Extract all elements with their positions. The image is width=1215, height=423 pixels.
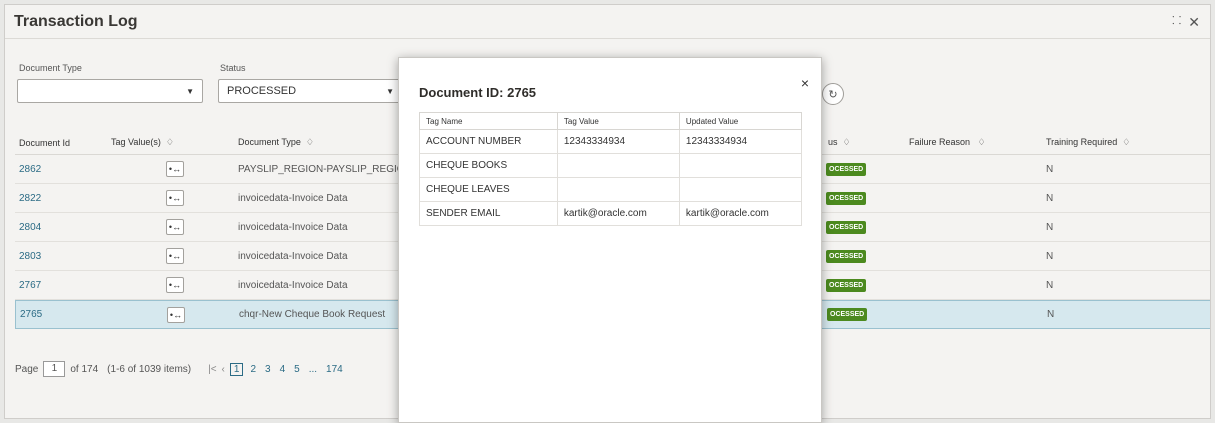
tag-values-button[interactable]: •↔ [166,277,184,293]
page-link[interactable]: 5 [294,364,300,375]
status-badge: OCESSED [826,220,867,234]
document-type-select[interactable]: ▼ [17,79,203,103]
close-icon[interactable]: ✕ [1188,15,1200,29]
page-link-current[interactable]: 1 [229,362,244,376]
chevron-down-icon: ▼ [186,87,194,96]
page-link[interactable]: 4 [280,364,286,375]
header-tag-values[interactable]: Tag Value(s) ♢ [111,137,174,148]
document-id-link[interactable]: 2803 [19,251,41,262]
page-link[interactable]: 3 [265,364,271,375]
status-label: Status [220,63,246,73]
header-updated-value: Updated Value [678,112,803,130]
header-training-required[interactable]: Training Required ♢ [1046,137,1130,148]
status-value: PROCESSED [227,85,297,97]
tag-name-cell: CHEQUE LEAVES [419,177,558,202]
tag-name-cell: ACCOUNT NUMBER [419,129,558,154]
tag-values-button[interactable]: •↔ [166,161,184,177]
sort-icon: ♢ [977,137,986,147]
document-id-link[interactable]: 2767 [19,280,41,291]
tag-values-button[interactable]: •↔ [167,307,185,323]
tag-value-cell [556,177,680,202]
document-type-cell: invoicedata-Invoice Data [238,221,348,233]
tag-table-header: Tag Name Tag Value Updated Value [419,112,803,130]
document-id-link[interactable]: 2822 [19,193,41,204]
document-type-cell: chqr-New Cheque Book Request [239,309,386,320]
tag-value-cell: kartik@oracle.com [556,201,680,226]
training-required-cell: N [1047,309,1055,320]
status-select[interactable]: PROCESSED ▼ [218,79,403,103]
document-type-cell: invoicedata-Invoice Data [238,279,348,291]
status-badge: OCESSED [826,278,867,292]
page-link[interactable]: 2 [250,364,256,375]
sort-icon: ♢ [842,137,851,147]
tag-values-button[interactable]: •↔ [166,248,184,264]
status-badge: OCESSED [826,249,867,263]
updated-value-cell[interactable]: kartik@oracle.com [678,201,803,226]
tag-name-cell: SENDER EMAIL [419,201,558,226]
training-required-cell: N [1046,250,1054,262]
page-link[interactable]: 174 [326,364,343,375]
document-type-label: Document Type [19,63,82,73]
tag-row: ACCOUNT NUMBER 12343334934 12343334934 [419,129,803,154]
header-status[interactable]: us ♢ [828,137,851,148]
sort-icon: ♢ [1122,137,1131,147]
page-count: of 174 [70,363,99,375]
close-icon[interactable]: × [801,75,809,91]
status-badge: OCESSED [826,162,867,176]
training-required-cell: N [1046,192,1054,204]
document-id-link[interactable]: 2804 [19,222,41,233]
header-tag-name: Tag Name [419,112,558,130]
document-type-cell: invoicedata-Invoice Data [238,250,348,262]
expand-icon[interactable]: ⸬ [1172,16,1181,27]
tag-value-cell [556,153,680,178]
sort-icon: ♢ [305,137,314,147]
status-badge: OCESSED [826,191,867,205]
status-badge: OCESSED [827,308,868,321]
training-required-cell: N [1046,279,1054,291]
title-bar: Transaction Log ⸬ ✕ [5,5,1210,39]
window-title: Transaction Log [14,12,138,30]
page-ellipsis: ... [308,363,318,375]
document-detail-dialog: Document ID: 2765 × Tag Name Tag Value U… [398,57,822,423]
sort-icon: ♢ [165,137,174,147]
header-tag-value: Tag Value [556,112,680,130]
first-page-icon[interactable]: |< [208,364,216,375]
header-document-id[interactable]: Document Id [19,138,70,148]
training-required-cell: N [1046,221,1054,233]
tag-values-button[interactable]: •↔ [166,219,184,235]
dialog-title: Document ID: 2765 [419,85,537,100]
document-type-cell: PAYSLIP_REGION-PAYSLIP_REGION [238,163,412,175]
refresh-icon[interactable]: ↻ [822,83,844,105]
page-label: Page [15,363,39,375]
tag-row: CHEQUE LEAVES [419,177,803,202]
header-failure-reason[interactable]: Failure Reason ♢ [909,137,986,148]
tag-row: CHEQUE BOOKS [419,153,803,178]
window-controls: ⸬ ✕ [1172,15,1200,29]
updated-value-cell[interactable] [678,177,803,202]
header-document-type[interactable]: Document Type ♢ [238,137,314,148]
items-count: (1-6 of 1039 items) [107,363,192,375]
updated-value-cell[interactable]: 12343334934 [678,129,803,154]
document-type-cell: invoicedata-Invoice Data [238,192,348,204]
updated-value-cell[interactable] [678,153,803,178]
tag-value-cell: 12343334934 [556,129,680,154]
document-id-link[interactable]: 2765 [20,309,42,320]
tag-table: Tag Name Tag Value Updated Value ACCOUNT… [419,112,803,226]
tag-values-button[interactable]: •↔ [166,190,184,206]
pagination: Page 1 of 174 (1-6 of 1039 items) |< ‹ 1… [15,361,345,377]
training-required-cell: N [1046,163,1054,175]
chevron-down-icon: ▼ [386,87,394,96]
tag-name-cell: CHEQUE BOOKS [419,153,558,178]
document-id-link[interactable]: 2862 [19,164,41,175]
tag-row: SENDER EMAIL kartik@oracle.com kartik@or… [419,201,803,226]
prev-page-icon[interactable]: ‹ [222,364,225,375]
page-input[interactable]: 1 [43,361,66,377]
